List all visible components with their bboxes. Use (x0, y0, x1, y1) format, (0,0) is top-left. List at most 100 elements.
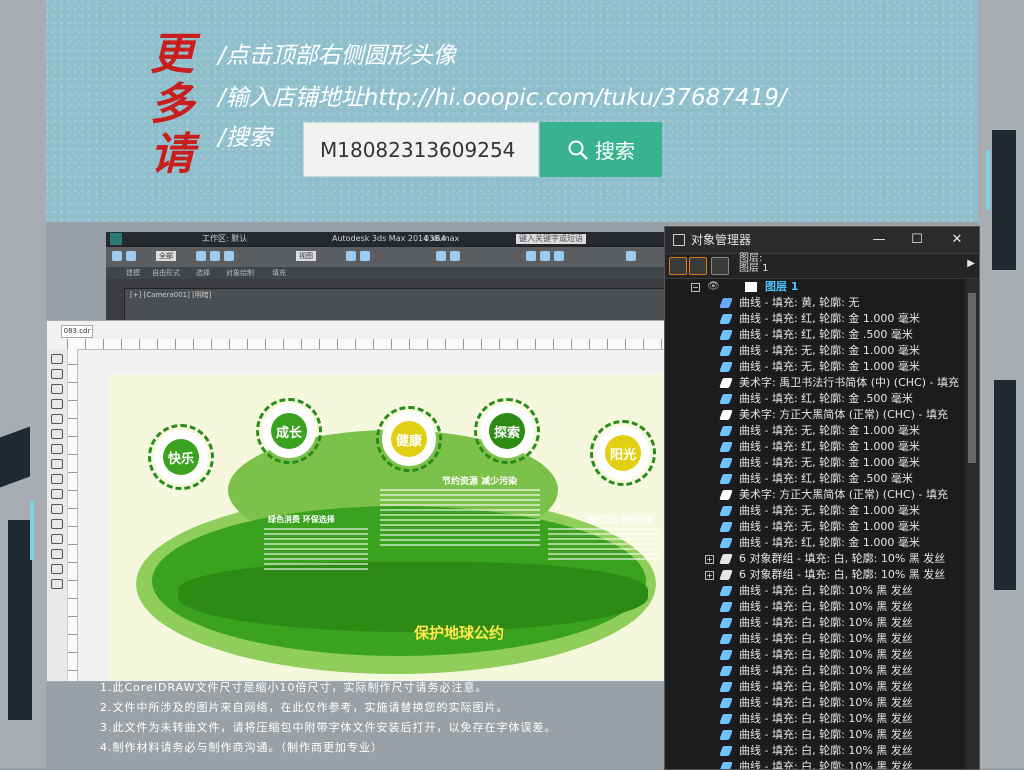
object-row[interactable]: 曲线 - 填充: 白, 轮廓: 10% 黑 发丝 (665, 615, 965, 631)
render-setup-icon[interactable] (554, 251, 564, 261)
max-window: 工作区: 默认 Autodesk 3ds Max 2014 x64 038.ma… (106, 232, 666, 328)
pick-tool-icon[interactable] (51, 354, 63, 364)
flower-happy: 快乐 (148, 424, 214, 490)
object-row[interactable]: 曲线 - 填充: 白, 轮廓: 10% 黑 发丝 (665, 583, 965, 599)
object-row[interactable]: +6 对象群组 - 填充: 白, 轮廓: 10% 黑 发丝 (665, 567, 965, 583)
teapot-icon[interactable] (626, 251, 636, 261)
undo-icon[interactable] (112, 251, 122, 261)
max-search-field[interactable]: 键入关键字或短语 (516, 234, 586, 244)
polygon-tool-icon[interactable] (51, 474, 63, 484)
object-row[interactable]: 曲线 - 填充: 无, 轮廓: 金 1.000 毫米 (665, 423, 965, 439)
max-combo-view[interactable]: 视图 (296, 251, 316, 261)
align-icon[interactable] (450, 251, 460, 261)
angle-snap-icon[interactable] (360, 251, 370, 261)
object-row[interactable]: 曲线 - 填充: 红, 轮廓: 金 1.000 毫米 (665, 311, 965, 327)
object-row[interactable]: 美术字: 方正大黑简体 (正常) (CHC) - 填充 (665, 487, 965, 503)
object-row[interactable]: 美术字: 方正大黑简体 (正常) (CHC) - 填充 (665, 407, 965, 423)
object-row-label: 曲线 - 填充: 白, 轮廓: 10% 黑 发丝 (739, 584, 913, 597)
crop-tool-icon[interactable] (51, 384, 63, 394)
dimension-tool-icon[interactable] (51, 519, 63, 529)
rectangle-tool-icon[interactable] (51, 444, 63, 454)
max-tab-populate[interactable]: 填充 (272, 267, 286, 279)
object-manager-titlebar: 对象管理器 — ☐ ✕ (665, 227, 979, 253)
max-tab-selection[interactable]: 选择 (196, 267, 210, 279)
search-button[interactable]: 搜索 (540, 122, 662, 177)
layer-manager-icon[interactable] (711, 257, 729, 275)
freehand-tool-icon[interactable] (51, 414, 63, 424)
object-row-label: 曲线 - 填充: 白, 轮廓: 10% 黑 发丝 (739, 680, 913, 693)
smart-fill-tool-icon[interactable] (51, 429, 63, 439)
left-bar-decoration (8, 520, 32, 720)
object-row[interactable]: 曲线 - 填充: 白, 轮廓: 10% 黑 发丝 (665, 679, 965, 695)
artwork-canvas[interactable]: 快乐 成长 健康 探索 阳光 节约资源 减少污染 绿色消费 环保选择 讲究卫生 … (108, 374, 668, 680)
object-row[interactable]: 曲线 - 填充: 红, 轮廓: 金 .500 毫米 (665, 471, 965, 487)
object-row[interactable]: 曲线 - 填充: 红, 轮廓: 金 .500 毫米 (665, 327, 965, 343)
fill-tool-icon[interactable] (51, 579, 63, 589)
text-tool-icon[interactable] (51, 489, 63, 499)
blend-tool-icon[interactable] (51, 549, 63, 559)
show-properties-icon[interactable] (669, 257, 687, 275)
expand-icon[interactable]: + (705, 571, 714, 580)
maximize-icon[interactable]: ☐ (907, 227, 927, 253)
object-row[interactable]: 曲线 - 填充: 红, 轮廓: 金 .500 毫米 (665, 391, 965, 407)
mirror-icon[interactable] (436, 251, 446, 261)
snap-icon[interactable] (346, 251, 356, 261)
object-row[interactable]: 曲线 - 填充: 无, 轮廓: 金 1.000 毫米 (665, 343, 965, 359)
visibility-icon[interactable]: 👁 (707, 279, 720, 295)
shape-tool-icon[interactable] (51, 369, 63, 379)
object-row[interactable]: 曲线 - 填充: 黄, 轮廓: 无 (665, 295, 965, 311)
flower-label-explore: 探索 (489, 413, 525, 449)
object-row-label: 曲线 - 填充: 白, 轮廓: 10% 黑 发丝 (739, 696, 913, 709)
object-row[interactable]: 曲线 - 填充: 白, 轮廓: 10% 黑 发丝 (665, 631, 965, 647)
scrollbar-thumb[interactable] (968, 293, 976, 463)
layer-row[interactable]: − 👁 图层 1 (665, 279, 965, 295)
object-type-icon (719, 586, 733, 596)
max-combo-all[interactable]: 全部 (156, 251, 176, 261)
render-icon[interactable] (540, 251, 550, 261)
object-row[interactable]: 曲线 - 填充: 白, 轮廓: 10% 黑 发丝 (665, 663, 965, 679)
max-tab-modeling[interactable]: 建模 (126, 267, 140, 279)
panel-menu-arrow-icon[interactable]: ▶ (967, 258, 975, 269)
object-row[interactable]: 曲线 - 填充: 红, 轮廓: 金 1.000 毫米 (665, 535, 965, 551)
object-type-icon (719, 746, 733, 756)
object-row[interactable]: 曲线 - 填充: 白, 轮廓: 10% 黑 发丝 (665, 647, 965, 663)
object-row[interactable]: 曲线 - 填充: 白, 轮廓: 10% 黑 发丝 (665, 711, 965, 727)
material-icon[interactable] (526, 251, 536, 261)
move-icon[interactable] (210, 251, 220, 261)
expand-icon[interactable]: + (705, 555, 714, 564)
select-icon[interactable] (196, 251, 206, 261)
object-row[interactable]: +6 对象群组 - 填充: 白, 轮廓: 10% 黑 发丝 (665, 551, 965, 567)
zoom-tool-icon[interactable] (51, 399, 63, 409)
close-icon[interactable]: ✕ (947, 227, 967, 253)
max-tab-freeform[interactable]: 自由形式 (152, 267, 180, 279)
object-row[interactable]: 曲线 - 填充: 无, 轮廓: 金 1.000 毫米 (665, 359, 965, 375)
object-row[interactable]: 曲线 - 填充: 无, 轮廓: 金 1.000 毫米 (665, 519, 965, 535)
table-tool-icon[interactable] (51, 504, 63, 514)
object-row[interactable]: 美术字: 禹卫书法行书简体 (中) (CHC) - 填充 (665, 375, 965, 391)
object-row[interactable]: 曲线 - 填充: 红, 轮廓: 金 1.000 毫米 (665, 439, 965, 455)
object-row[interactable]: 曲线 - 填充: 无, 轮廓: 金 1.000 毫米 (665, 503, 965, 519)
max-workspace[interactable]: 工作区: 默认 (202, 232, 247, 246)
minimize-icon[interactable]: — (869, 227, 889, 253)
cdr-document-tab[interactable]: 083.cdr (61, 325, 93, 338)
eyedropper-tool-icon[interactable] (51, 564, 63, 574)
object-row[interactable]: 曲线 - 填充: 白, 轮廓: 10% 黑 发丝 (665, 727, 965, 743)
object-row[interactable]: 曲线 - 填充: 白, 轮廓: 10% 黑 发丝 (665, 599, 965, 615)
max-tab-object-paint[interactable]: 对象绘制 (226, 267, 254, 279)
redo-icon[interactable] (126, 251, 136, 261)
ellipse-tool-icon[interactable] (51, 459, 63, 469)
connector-tool-icon[interactable] (51, 534, 63, 544)
object-row[interactable]: 曲线 - 填充: 白, 轮廓: 10% 黑 发丝 (665, 759, 965, 769)
search-input[interactable]: M18082313609254 (303, 122, 539, 177)
object-row[interactable]: 曲线 - 填充: 无, 轮廓: 金 1.000 毫米 (665, 455, 965, 471)
collapse-icon[interactable]: − (691, 283, 700, 292)
rotate-icon[interactable] (224, 251, 234, 261)
object-row-label: 曲线 - 填充: 无, 轮廓: 金 1.000 毫米 (739, 520, 920, 533)
object-manager-scrollbar[interactable] (965, 279, 979, 769)
object-row-label: 曲线 - 填充: 白, 轮廓: 10% 黑 发丝 (739, 616, 913, 629)
object-row-label: 曲线 - 填充: 红, 轮廓: 金 .500 毫米 (739, 392, 913, 405)
edit-across-layers-icon[interactable] (689, 257, 707, 275)
object-row[interactable]: 曲线 - 填充: 白, 轮廓: 10% 黑 发丝 (665, 743, 965, 759)
object-type-icon (719, 426, 733, 436)
object-row[interactable]: 曲线 - 填充: 白, 轮廓: 10% 黑 发丝 (665, 695, 965, 711)
